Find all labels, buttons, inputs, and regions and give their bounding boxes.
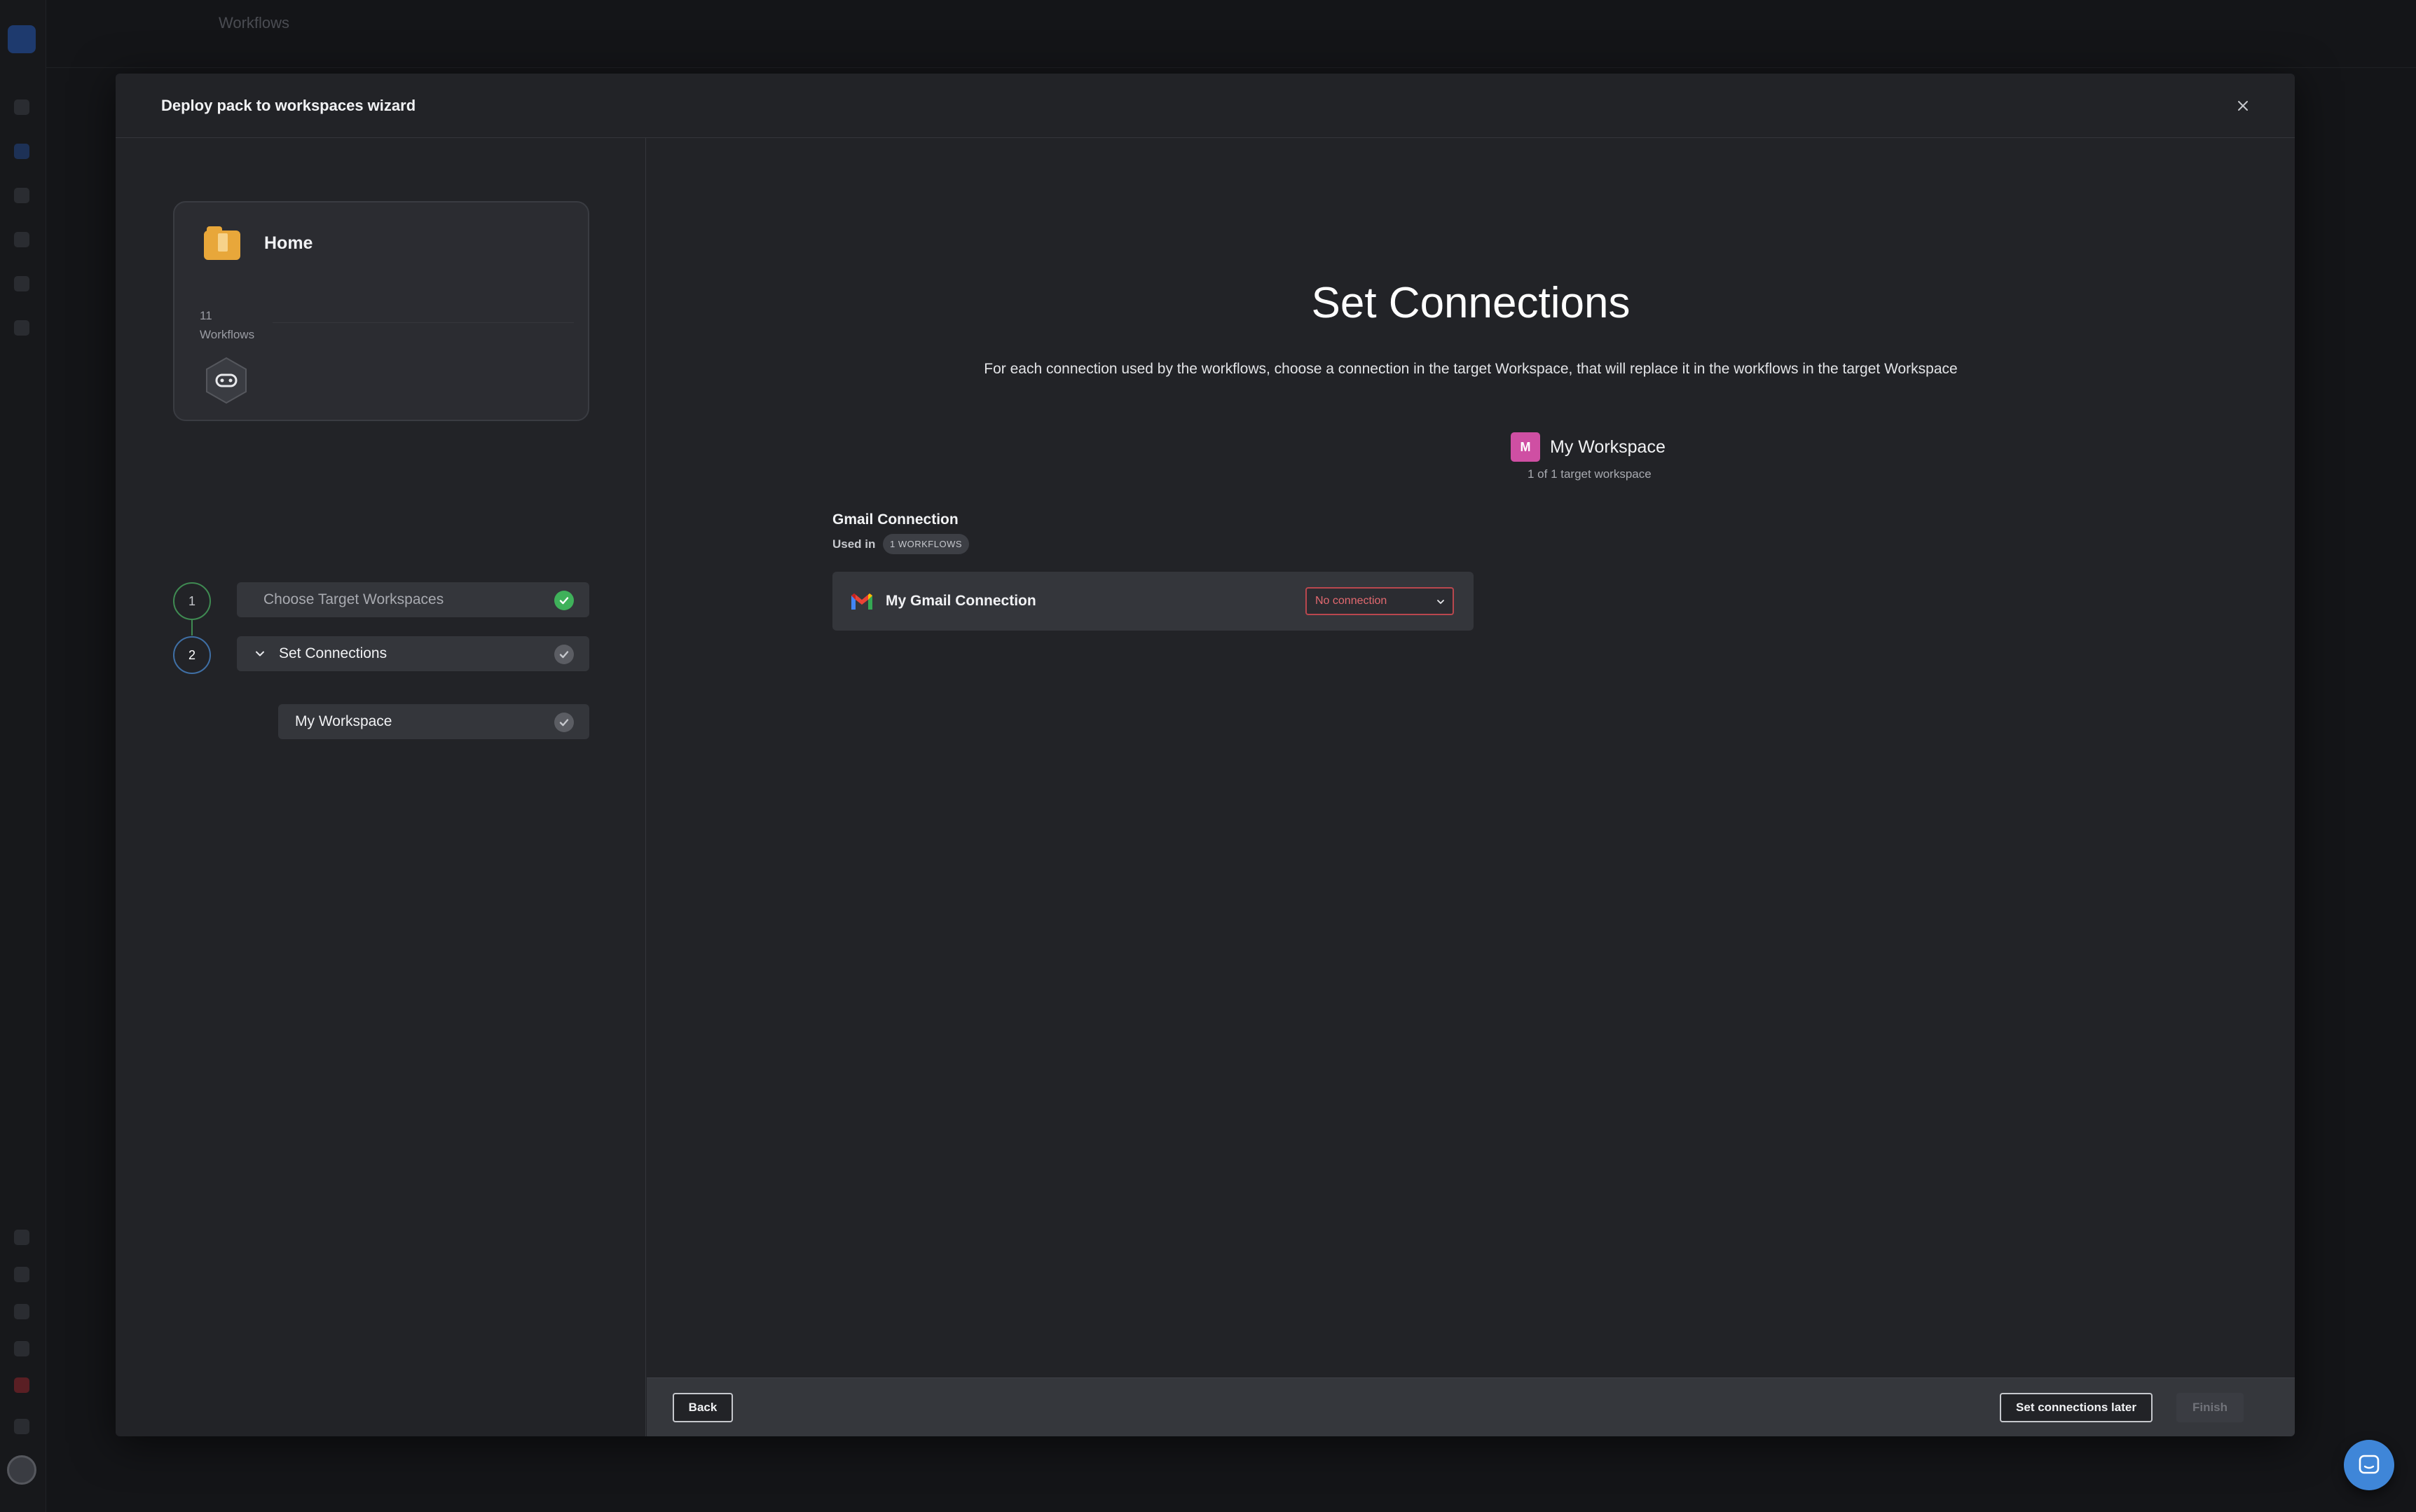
folder-icon	[204, 226, 240, 260]
back-button[interactable]: Back	[673, 1393, 733, 1422]
user-avatar[interactable]	[7, 1455, 36, 1485]
workspace-name: My Workspace	[1550, 437, 1666, 457]
chevron-down-icon	[256, 651, 264, 657]
background-divider	[46, 67, 2416, 68]
used-in-badge[interactable]: 1 WORKFLOWS	[883, 534, 970, 554]
modal-title: Deploy pack to workspaces wizard	[161, 97, 416, 114]
check-circle-icon	[554, 713, 574, 732]
users-icon[interactable]	[14, 1267, 29, 1282]
check-circle-icon	[554, 591, 574, 610]
wizard-sidebar: Home 11 Workflows 1 Choose Target Worksp…	[116, 138, 646, 1436]
close-icon	[2238, 101, 2248, 111]
app-logo[interactable]	[8, 25, 36, 53]
workspace-avatar: M	[1511, 432, 1540, 462]
connection-select-value: No connection	[1315, 595, 1387, 607]
wizard-content: Set Connections For each connection used…	[647, 138, 2295, 1436]
step-1-label: Choose Target Workspaces	[263, 591, 444, 607]
layers-icon[interactable]	[14, 232, 29, 247]
step-choose-target-workspaces[interactable]: Choose Target Workspaces	[237, 582, 589, 617]
target-workspace-header: M My Workspace 1 of 1 target workspace	[1511, 432, 1693, 481]
connection-select[interactable]: No connection	[1305, 587, 1454, 615]
wizard-footer: Back Set connections later Finish	[647, 1377, 2295, 1436]
robot-icon	[206, 357, 247, 404]
check-circle-icon	[554, 645, 574, 664]
help-icon[interactable]	[14, 1419, 29, 1434]
pack-divider	[273, 322, 574, 323]
modal-header: Deploy pack to workspaces wizard	[116, 74, 2295, 138]
set-connections-later-button[interactable]: Set connections later	[2000, 1393, 2153, 1422]
substep-label: My Workspace	[295, 713, 392, 729]
home-icon[interactable]	[14, 99, 29, 115]
close-button[interactable]	[2232, 95, 2254, 117]
app-sidebar	[0, 0, 46, 1512]
settings-icon[interactable]	[14, 320, 29, 336]
pack-name: Home	[264, 233, 313, 253]
notification-icon[interactable]	[14, 1377, 29, 1393]
deploy-wizard-modal: Deploy pack to workspaces wizard Home 11…	[116, 74, 2295, 1436]
calendar-icon[interactable]	[14, 188, 29, 203]
connection-section-title: Gmail Connection	[832, 511, 959, 528]
gmail-icon	[851, 593, 872, 610]
chat-icon	[2359, 1455, 2380, 1474]
chevron-down-icon	[1437, 600, 1444, 604]
substep-my-workspace[interactable]: My Workspace	[278, 704, 589, 739]
workspace-progress: 1 of 1 target workspace	[1528, 467, 1652, 481]
step-2-label: Set Connections	[279, 645, 387, 661]
pack-workflow-count: 11 Workflows	[200, 306, 254, 344]
pack-card: Home 11 Workflows	[173, 201, 589, 421]
page-description: For each connection used by the workflow…	[984, 361, 1958, 377]
support-chat-button[interactable]	[2344, 1440, 2394, 1490]
workflows-icon[interactable]	[14, 144, 29, 159]
step-2-number: 2	[173, 636, 211, 674]
globe-icon[interactable]	[14, 1230, 29, 1245]
pack-count-label: Workflows	[200, 328, 255, 341]
step-set-connections[interactable]: Set Connections	[237, 636, 589, 671]
background-page-title: Workflows	[219, 14, 290, 32]
page-title: Set Connections	[1311, 279, 1631, 327]
document-icon[interactable]	[14, 276, 29, 291]
connection-name: My Gmail Connection	[886, 593, 1036, 609]
step-1-number: 1	[173, 582, 211, 620]
briefcase-icon[interactable]	[14, 1304, 29, 1319]
step-connector	[191, 620, 193, 635]
finish-button[interactable]: Finish	[2176, 1393, 2244, 1422]
used-in-label: Used in	[832, 537, 876, 551]
connection-row: My Gmail Connection No connection	[832, 572, 1474, 631]
book-icon[interactable]	[14, 1341, 29, 1356]
pack-count-value: 11	[200, 309, 212, 322]
